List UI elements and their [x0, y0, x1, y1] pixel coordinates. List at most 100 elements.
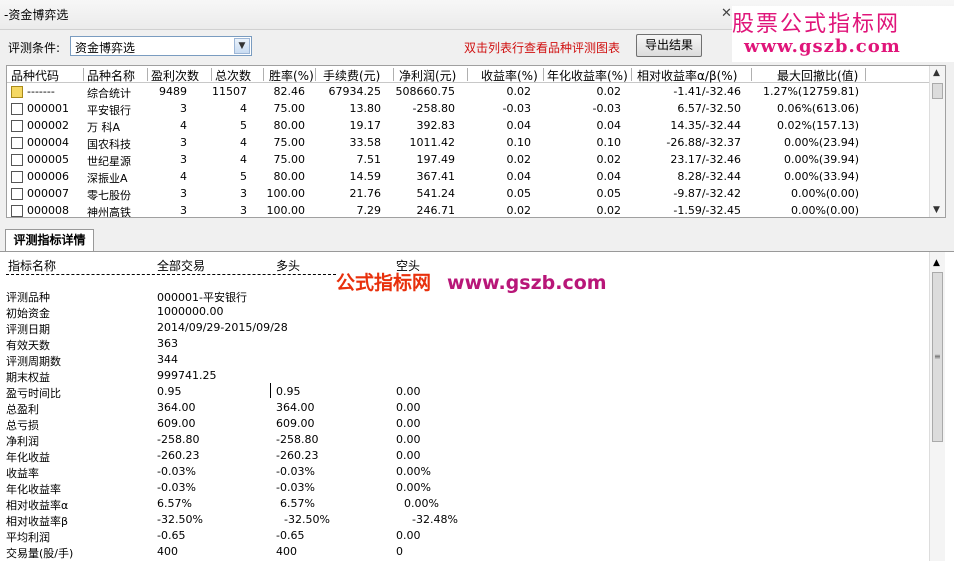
cell-code: 000001 [27, 102, 69, 115]
column-divider[interactable] [631, 68, 632, 81]
cell-total: 11507 [212, 85, 247, 98]
column-divider[interactable] [751, 68, 752, 81]
table-scrollbar[interactable]: ▲ ▼ [929, 66, 945, 217]
cell-rel: -26.88/-32.37 [666, 136, 741, 149]
detail-value-all: 400 [157, 545, 178, 558]
document-icon [11, 205, 23, 217]
detail-value-short: 0.00 [396, 401, 421, 414]
column-divider[interactable] [263, 68, 264, 81]
cell-wins: 4 [180, 170, 187, 183]
tab-detail[interactable]: 评测指标详情 [5, 229, 94, 251]
cell-profit: 541.24 [416, 187, 456, 200]
table-row[interactable]: ------- 综合统计 9489 11507 82.46 67934.25 508660.… [7, 83, 931, 100]
detail-scrollbar[interactable]: ▲ ≡ [929, 252, 945, 561]
column-divider[interactable] [83, 68, 84, 81]
detail-value-all: -258.80 [157, 433, 200, 446]
cell-profit: 508660.75 [395, 85, 456, 98]
scroll-up-icon[interactable]: ▲ [933, 68, 940, 78]
table-row[interactable]: 000007 零七股份 3 3 100.00 21.76 541.24 0.05 0.05 -9.… [7, 185, 931, 202]
cell-name: 平安银行 [87, 104, 131, 117]
column-header[interactable]: 最大回撤比(值) [777, 67, 858, 84]
cell-wins: 3 [180, 187, 187, 200]
column-divider[interactable] [543, 68, 544, 81]
detail-row: 总亏损 609.00 609.00 0.00 [0, 417, 920, 433]
column-divider[interactable] [211, 68, 212, 81]
condition-select[interactable]: 资金博弈选 ▼ [70, 36, 252, 56]
column-header[interactable]: 品种代码 [11, 67, 59, 84]
table-header: 品种代码 品种名称 盈利次数 总次数 胜率(%) 手续费(元) 净利润(元) 收益率(%) 年化… [7, 66, 931, 83]
column-divider[interactable] [467, 68, 468, 81]
cell-dd: 0.00%(39.94) [783, 153, 859, 166]
cell-winrate: 75.00 [273, 102, 306, 115]
detail-value-short: 0.00 [396, 433, 421, 446]
cell-annual: 0.05 [596, 187, 622, 200]
cell-ret: 0.05 [506, 187, 532, 200]
detail-value-all: -0.03% [157, 465, 196, 478]
column-header[interactable]: 手续费(元) [323, 67, 380, 84]
column-header[interactable]: 品种名称 [87, 67, 135, 84]
detail-label: 总盈利 [6, 403, 39, 416]
cell-winrate: 82.46 [273, 85, 306, 98]
cell-dd: 0.00%(0.00) [790, 204, 859, 217]
table-row[interactable]: 000002 万 科A 4 5 80.00 19.17 392.83 0.04 0.04 14.3… [7, 117, 931, 134]
cell-ret: 0.04 [506, 119, 532, 132]
table-body: ------- 综合统计 9489 11507 82.46 67934.25 508660.… [7, 83, 931, 217]
detail-label: 期末权益 [6, 371, 50, 384]
cell-fee: 7.29 [356, 204, 382, 217]
cell-profit: -258.80 [412, 102, 455, 115]
cell-name: 综合统计 [87, 87, 131, 100]
close-icon[interactable]: ✕ [721, 6, 732, 21]
cell-total: 5 [240, 119, 247, 132]
detail-label: 相对收益率α [6, 499, 69, 512]
table-row[interactable]: 000005 世纪星源 3 4 75.00 7.51 197.49 0.02 0.02 23.17… [7, 151, 931, 168]
scroll-up-icon[interactable]: ▲ [933, 258, 940, 268]
cell-annual: 0.04 [596, 119, 622, 132]
document-icon [11, 154, 23, 166]
column-divider[interactable] [393, 68, 394, 81]
column-header[interactable]: 总次数 [215, 67, 251, 84]
scroll-down-icon[interactable]: ▼ [933, 205, 940, 215]
cell-winrate: 100.00 [266, 187, 306, 200]
detail-label: 年化收益 [6, 451, 50, 464]
column-divider[interactable] [147, 68, 148, 81]
hint-text: 双击列表行查看品种评测图表 [464, 41, 621, 55]
column-header[interactable]: 收益率(%) [481, 67, 538, 84]
detail-value-short: 0 [396, 545, 403, 558]
column-header[interactable]: 相对收益率α/β(%) [637, 67, 737, 84]
table-row[interactable]: 000006 深振业A 4 5 80.00 14.59 367.41 0.04 0.04 8.28… [7, 168, 931, 185]
column-header[interactable]: 年化收益率(%) [547, 67, 628, 84]
column-header[interactable]: 净利润(元) [399, 67, 456, 84]
cell-annual: -0.03 [592, 102, 621, 115]
column-header[interactable]: 胜率(%) [269, 67, 314, 84]
detail-value-short: 0.00% [404, 497, 439, 510]
detail-row: 评测日期 2014/09/29-2015/09/28 [0, 321, 920, 337]
cell-ret: 0.10 [506, 136, 532, 149]
cell-winrate: 75.00 [273, 136, 306, 149]
detail-label: 评测日期 [6, 323, 50, 336]
cell-fee: 14.59 [349, 170, 382, 183]
cell-annual: 0.04 [596, 170, 622, 183]
detail-row: 相对收益率β -32.50% -32.50% -32.48% [0, 513, 920, 529]
cell-wins: 3 [180, 204, 187, 217]
cell-name: 零七股份 [87, 189, 131, 202]
cell-code: 000005 [27, 153, 69, 166]
detail-value-long: 6.57% [280, 497, 315, 510]
table-row[interactable]: 000001 平安银行 3 4 75.00 13.80 -258.80 -0.03 -0.03 6… [7, 100, 931, 117]
cell-total: 4 [240, 136, 247, 149]
cell-annual: 0.02 [596, 204, 622, 217]
detail-label: 收益率 [6, 467, 39, 480]
column-divider[interactable] [865, 68, 866, 81]
cell-name: 世纪星源 [87, 155, 131, 168]
results-table[interactable]: 品种代码 品种名称 盈利次数 总次数 胜率(%) 手续费(元) 净利润(元) 收益率(%) 年化… [6, 65, 946, 218]
chevron-down-icon[interactable]: ▼ [234, 38, 250, 54]
detail-value-all: -0.03% [157, 481, 196, 494]
column-divider[interactable] [315, 68, 316, 81]
cell-winrate: 100.00 [266, 204, 306, 217]
scroll-thumb[interactable] [932, 83, 943, 99]
table-row[interactable]: 000004 国农科技 3 4 75.00 33.58 1011.42 0.10 0.10 -26… [7, 134, 931, 151]
cell-rel: 8.28/-32.44 [677, 170, 741, 183]
detail-value: 1000000.00 [157, 305, 224, 318]
table-row[interactable]: 000008 神州高铁 3 3 100.00 7.29 246.71 0.02 0.02 -1.5… [7, 202, 931, 217]
column-header[interactable]: 盈利次数 [151, 67, 199, 84]
export-button[interactable]: 导出结果 [636, 34, 702, 57]
